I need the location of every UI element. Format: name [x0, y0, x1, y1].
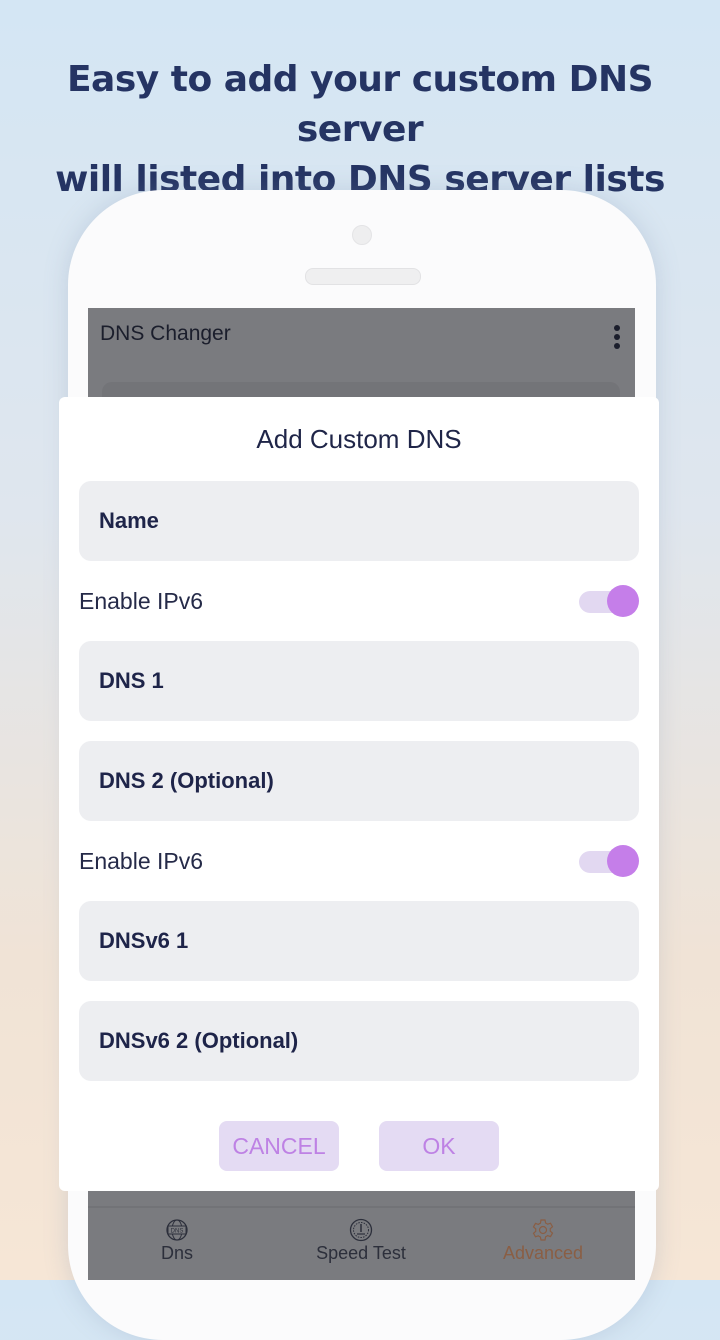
nav-tab-speed-test[interactable]: Speed Test [281, 1218, 441, 1264]
gear-icon [532, 1219, 554, 1241]
enable-ipv6-label: Enable IPv6 [79, 847, 204, 874]
nav-tab-advanced[interactable]: Advanced [463, 1218, 623, 1264]
dnsv6-1-field-placeholder: DNSv6 1 [99, 928, 189, 953]
ok-button[interactable]: OK [379, 1121, 499, 1171]
nav-label-speed-test: Speed Test [316, 1243, 406, 1263]
dnsv6-2-field-placeholder: DNSv6 2 (Optional) [99, 1028, 299, 1053]
dialog-title: Add Custom DNS [256, 424, 462, 454]
dns2-field[interactable]: DNS 2 (Optional) [79, 741, 639, 821]
bottom-nav-divider [88, 1206, 635, 1208]
nav-label-advanced: Advanced [502, 1243, 584, 1263]
phone-speaker [305, 268, 421, 285]
nav-label-dns: Dns [160, 1243, 193, 1263]
promo-headline: Easy to add your custom DNS server will … [0, 55, 720, 205]
cancel-button[interactable]: CANCEL [219, 1121, 339, 1171]
nav-tab-dns[interactable]: DNS Dns [97, 1218, 257, 1264]
svg-text:DNS: DNS [171, 1229, 184, 1235]
dnsv6-2-field[interactable]: DNSv6 2 (Optional) [79, 1001, 639, 1081]
enable-ipv6-label: Enable IPv6 [79, 587, 204, 614]
dns1-field-placeholder: DNS 1 [99, 668, 164, 693]
enable-ipv6-row-2: Enable IPv6 [79, 841, 639, 881]
name-field[interactable]: Name [79, 481, 639, 561]
more-vert-icon[interactable] [612, 325, 622, 351]
speedometer-icon [349, 1218, 373, 1242]
enable-ipv6-toggle-1[interactable] [579, 584, 639, 618]
toggle-thumb [607, 585, 639, 617]
toggle-thumb [607, 845, 639, 877]
headline-line-1: Easy to add your custom DNS server [66, 59, 654, 150]
dns1-field[interactable]: DNS 1 [79, 641, 639, 721]
phone-camera [352, 225, 372, 245]
enable-ipv6-row-1: Enable IPv6 [79, 581, 639, 621]
dns-globe-icon: DNS [166, 1219, 188, 1241]
enable-ipv6-toggle-2[interactable] [579, 844, 639, 878]
dnsv6-1-field[interactable]: DNSv6 1 [79, 901, 639, 981]
dns2-field-placeholder: DNS 2 (Optional) [99, 768, 274, 793]
app-title: DNS Changer [100, 322, 231, 345]
name-field-placeholder: Name [99, 508, 159, 533]
